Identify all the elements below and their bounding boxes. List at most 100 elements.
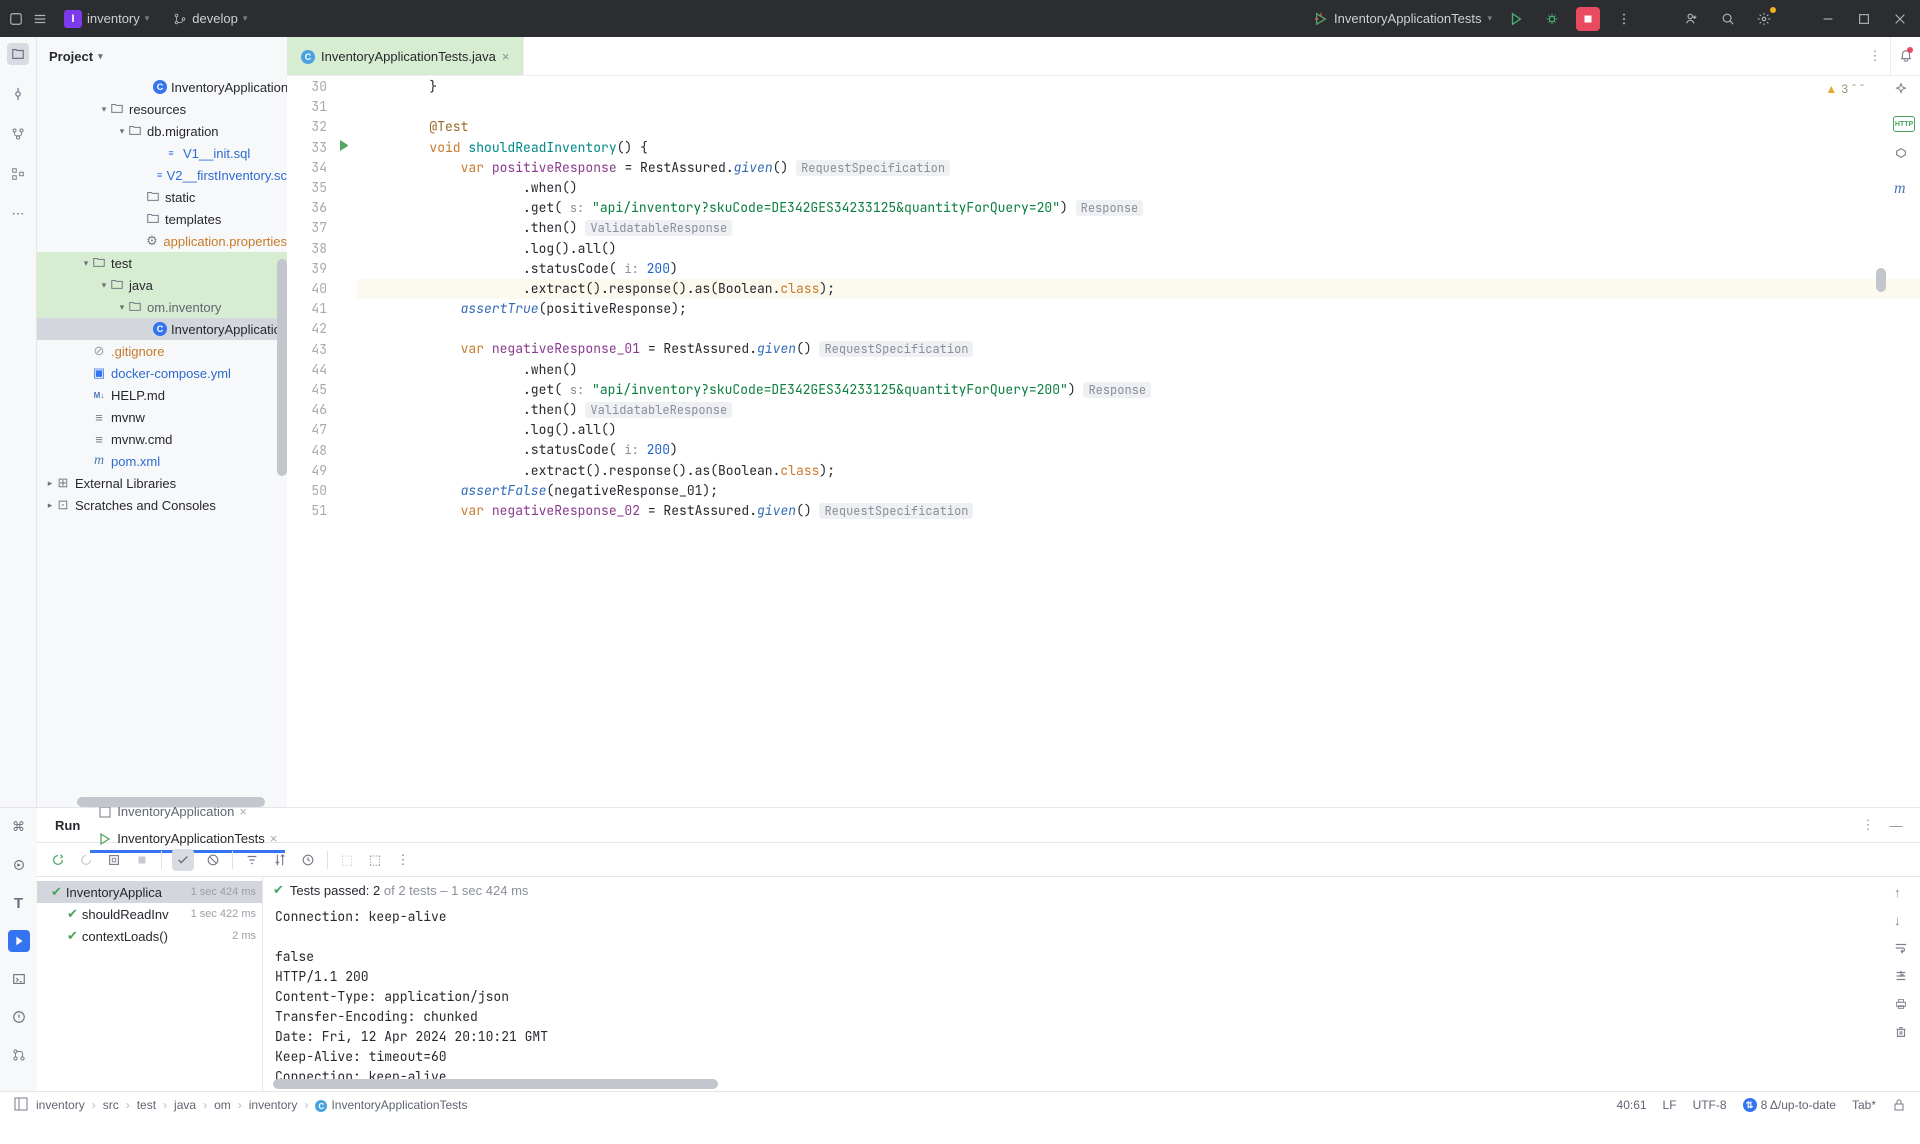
tree-item[interactable]: ⚙application.properties [37, 230, 287, 252]
debug-button[interactable] [1540, 7, 1564, 31]
expand-icon[interactable] [271, 851, 289, 869]
rerun-icon[interactable] [49, 851, 67, 869]
run-config-selector[interactable]: InventoryApplicationTests▾ [1314, 11, 1492, 26]
tree-item[interactable]: ▣docker-compose.yml [37, 362, 287, 384]
settings-icon[interactable] [1752, 7, 1776, 31]
hide-panel-icon[interactable]: — [1884, 813, 1908, 837]
tree-item[interactable]: ▾java [37, 274, 287, 296]
project-tree[interactable]: CInventoryApplication▾resources▾db.migra… [37, 76, 287, 807]
maven-icon[interactable]: m [1894, 180, 1914, 200]
line-number-gutter[interactable]: 3031323334353637383940414243444546474849… [287, 76, 337, 807]
clear-console-icon[interactable] [1894, 1025, 1912, 1043]
run-button[interactable] [1504, 7, 1528, 31]
indent-setting[interactable]: Tab* [1852, 1098, 1876, 1112]
run-tool-icon[interactable] [8, 930, 30, 952]
terminal-icon[interactable] [8, 968, 30, 990]
sort-icon[interactable] [243, 851, 261, 869]
main-menu-icon[interactable] [32, 11, 48, 27]
notifications-icon[interactable] [1890, 37, 1920, 75]
scroll-down-icon[interactable]: ↓ [1894, 913, 1912, 931]
minimize-icon[interactable] [1816, 7, 1840, 31]
close-window-icon[interactable] [1888, 7, 1912, 31]
scroll-up-icon[interactable]: ↑ [1894, 885, 1912, 903]
tree-item[interactable]: static [37, 186, 287, 208]
stop-button[interactable] [1576, 7, 1600, 31]
editor-vertical-scrollbar[interactable] [1876, 268, 1886, 292]
stop-tests-icon[interactable] [133, 851, 151, 869]
print-icon[interactable] [1894, 997, 1912, 1015]
tree-item[interactable]: CInventoryApplication [37, 76, 287, 98]
close-tab-icon[interactable]: × [502, 49, 510, 64]
tree-item[interactable]: ▾test [37, 252, 287, 274]
tree-item[interactable]: ▾db.migration [37, 120, 287, 142]
tree-item[interactable]: CInventoryApplication [37, 318, 287, 340]
vcs-tool-icon[interactable] [7, 123, 29, 145]
services-icon[interactable] [8, 854, 30, 876]
toggle-auto-icon[interactable] [105, 851, 123, 869]
git-status[interactable]: ⇅8 Δ/up-to-date [1743, 1098, 1836, 1112]
code-with-me-icon[interactable] [1680, 7, 1704, 31]
project-tool-icon[interactable] [7, 43, 29, 65]
commit-tool-icon[interactable] [7, 83, 29, 105]
ai-assistant-icon[interactable] [1894, 82, 1914, 102]
run-tab-row: Run InventoryApplication×InventoryApplic… [37, 808, 1920, 843]
show-passed-icon[interactable] [172, 849, 194, 871]
tree-item[interactable]: ▸⊞External Libraries [37, 472, 287, 494]
console-output[interactable]: Connection: keep-alive false HTTP/1.1 20… [263, 903, 1886, 1091]
tree-item[interactable]: mpom.xml [37, 450, 287, 472]
tree-item[interactable]: ▾resources [37, 98, 287, 120]
more-tools-icon[interactable]: ⋯ [7, 203, 29, 225]
project-selector[interactable]: Iinventory▾ [56, 7, 157, 31]
code-editor[interactable]: } @Test void shouldReadInventory() { var… [357, 76, 1920, 807]
project-panel-header[interactable]: Project▾ [37, 37, 287, 76]
tree-item[interactable]: ≡mvnw.cmd [37, 428, 287, 450]
toolwindow-icon[interactable] [14, 1097, 28, 1114]
test-row[interactable]: ✔shouldReadInv1 sec 422 ms [37, 903, 262, 925]
console-side-toolbar: ↑ ↓ [1886, 877, 1920, 1091]
todo-icon[interactable]: T [8, 892, 30, 914]
structure-tool-icon[interactable] [7, 163, 29, 185]
run-panel-menu-icon[interactable]: ⋮ [1856, 813, 1880, 837]
console-horizontal-scrollbar[interactable] [273, 1079, 718, 1089]
show-ignored-icon[interactable] [204, 851, 222, 869]
rerun-failed-icon[interactable] [77, 851, 95, 869]
tree-item[interactable]: ≡mvnw [37, 406, 287, 428]
file-encoding[interactable]: UTF-8 [1693, 1098, 1727, 1112]
inspection-badge[interactable]: ▲3ˆˇ [1825, 82, 1864, 96]
tree-item[interactable]: ≡V1__init.sql [37, 142, 287, 164]
file-tab-active[interactable]: C InventoryApplicationTests.java × [287, 37, 524, 75]
editor-tab-menu-icon[interactable]: ⋮ [1860, 37, 1890, 75]
export-icon[interactable]: ⬚ [366, 851, 384, 869]
keymap-icon[interactable]: ⌘ [8, 816, 30, 838]
soft-wrap-icon[interactable] [1894, 941, 1912, 959]
import-icon[interactable]: ⬚ [338, 851, 356, 869]
problems-icon[interactable] [8, 1006, 30, 1028]
scroll-to-end-icon[interactable] [1894, 969, 1912, 987]
tree-item[interactable]: ▸⊡Scratches and Consoles [37, 494, 287, 516]
tree-item[interactable]: ▾om.inventory [37, 296, 287, 318]
tree-vertical-scrollbar[interactable] [277, 259, 287, 476]
http-client-icon[interactable]: HTTP [1893, 116, 1915, 132]
test-row[interactable]: ✔contextLoads()2 ms [37, 925, 262, 947]
git-tool-icon[interactable] [8, 1044, 30, 1066]
branch-selector[interactable]: develop▾ [165, 8, 255, 29]
tree-item[interactable]: ⊘.gitignore [37, 340, 287, 362]
breadcrumb[interactable]: inventory›src›test›java›om›inventory›CIn… [36, 1098, 468, 1113]
cursor-position[interactable]: 40:61 [1617, 1098, 1647, 1112]
search-icon[interactable] [1716, 7, 1740, 31]
maximize-icon[interactable] [1852, 7, 1876, 31]
tree-item[interactable]: templates [37, 208, 287, 230]
more-actions-icon[interactable] [1612, 7, 1636, 31]
test-row[interactable]: ✔InventoryApplica1 sec 424 ms [37, 881, 262, 903]
tree-horizontal-scrollbar[interactable] [77, 797, 265, 807]
toolbar-more-icon[interactable]: ⋮ [394, 851, 412, 869]
lock-icon[interactable] [1892, 1098, 1906, 1112]
tree-item[interactable]: ≡V2__firstInventory.sc [37, 164, 287, 186]
window-icon[interactable] [8, 11, 24, 27]
gutter-icons[interactable] [337, 76, 357, 807]
line-separator[interactable]: LF [1663, 1098, 1677, 1112]
history-icon[interactable] [299, 851, 317, 869]
gradle-icon[interactable] [1894, 146, 1914, 166]
tree-item[interactable]: M↓HELP.md [37, 384, 287, 406]
test-tree[interactable]: ✔InventoryApplica1 sec 424 ms✔shouldRead… [37, 877, 263, 1091]
